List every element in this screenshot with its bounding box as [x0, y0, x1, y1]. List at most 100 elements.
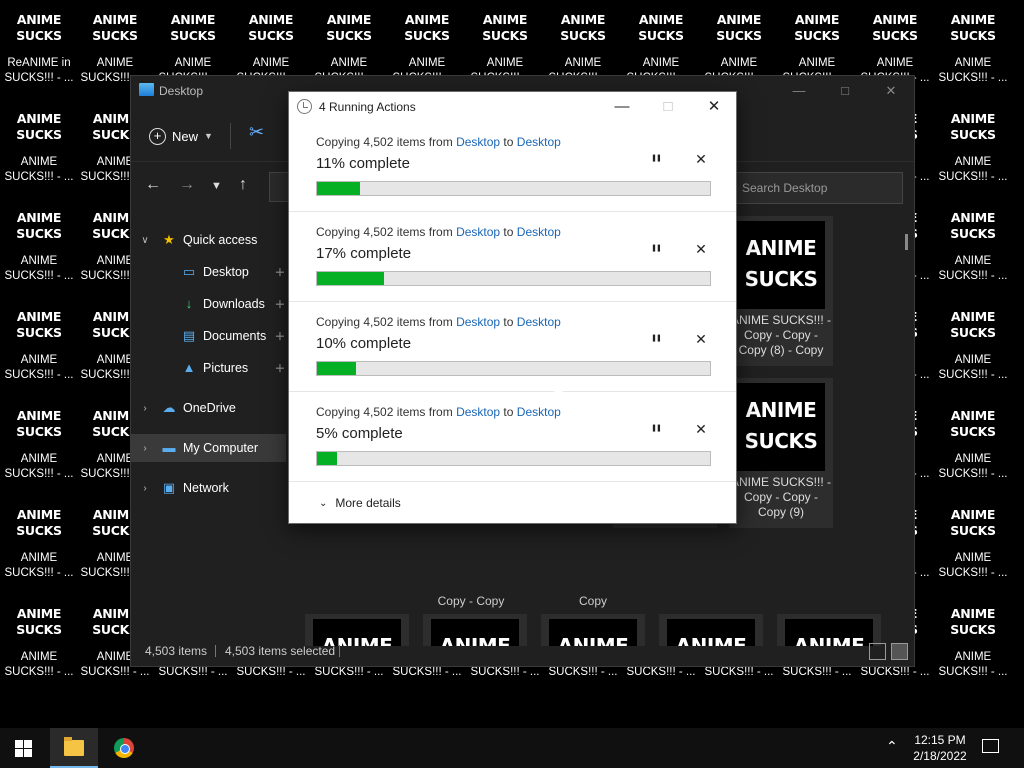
- percent-complete: 10% complete: [316, 335, 412, 352]
- desktop-file-icon[interactable]: ANIME SUCKS ANIME SUCKS!!! - ...: [934, 198, 1012, 297]
- cut-icon[interactable]: ✂: [249, 122, 264, 143]
- destination-link[interactable]: Desktop: [517, 135, 561, 149]
- desktop-file-icon[interactable]: ANIME SUCKS ANIME SUCKS!!! - ...: [0, 99, 78, 198]
- desktop-file-icon[interactable]: ANIME SUCKS ANIME SUCKS!!! - ...: [0, 198, 78, 297]
- desktop-file-icon[interactable]: ANIME SUCKS ANIME SUCKS!!! - ...: [934, 495, 1012, 594]
- dialog-close-button[interactable]: ✕: [691, 94, 737, 120]
- sidebar-item-label: Downloads: [203, 297, 265, 311]
- taskbar-file-explorer[interactable]: [50, 728, 98, 768]
- system-clock[interactable]: 12:15 PM 2/18/2022: [904, 732, 976, 764]
- source-link[interactable]: Desktop: [456, 315, 500, 329]
- sidebar-item[interactable]: › ▬ My Computer: [131, 434, 286, 462]
- recent-chevron-icon[interactable]: ▼: [211, 180, 222, 192]
- navigation-pane: ∨ ★ Quick access ▭ Desktop ✕ ↓ Downloads ✕ ▤ Docum…: [131, 224, 291, 644]
- progress-fill: [317, 182, 361, 195]
- minimize-button[interactable]: —: [776, 80, 822, 102]
- sidebar-item-label: Quick access: [183, 233, 258, 247]
- sidebar-item[interactable]: ▤ Documents ✕: [131, 322, 287, 350]
- pause-icon[interactable]: ❚❚: [646, 329, 666, 349]
- download-icon: ↓: [185, 296, 193, 311]
- file-name: ANIME SUCKS!!! - ...: [938, 57, 1008, 84]
- file-name: ANIME SUCKS!!! - ...: [4, 552, 74, 579]
- large-icons-view-icon[interactable]: [891, 643, 908, 660]
- sidebar-item[interactable]: ↓ Downloads ✕: [131, 290, 287, 318]
- file-name: ANIME SUCKS!!! - ...: [938, 552, 1008, 579]
- pause-icon[interactable]: ❚❚: [646, 149, 666, 169]
- file-item[interactable]: ANIME SUCKS ANIME SUCKS!!! - Copy - Copy …: [729, 216, 833, 366]
- back-arrow-icon[interactable]: ←: [145, 176, 161, 194]
- maximize-button[interactable]: □: [822, 80, 868, 102]
- desktop-file-icon[interactable]: ANIME SUCKS ReANIME in SUCKS!!! - ...: [0, 0, 78, 99]
- chevron-right-icon[interactable]: ›: [139, 403, 151, 414]
- file-name: ANIME SUCKS!!! - ...: [938, 255, 1008, 282]
- copy-operation: Copying 4,502 items from Desktop to Desk…: [289, 302, 736, 392]
- cancel-icon[interactable]: ✕: [691, 239, 711, 259]
- file-name: ANIME SUCKS!!! - ...: [4, 651, 74, 678]
- details-view-icon[interactable]: [869, 643, 886, 660]
- forward-arrow-icon[interactable]: →: [179, 176, 195, 194]
- more-details-button[interactable]: ⌄ More details: [319, 496, 401, 510]
- desktop-file-icon[interactable]: ANIME SUCKS ANIME SUCKS!!! - ...: [934, 396, 1012, 495]
- dialog-maximize-button[interactable]: □: [645, 94, 691, 120]
- source-link[interactable]: Desktop: [456, 225, 500, 239]
- chevron-up-icon[interactable]: ⌃: [886, 738, 898, 755]
- sidebar-item[interactable]: ▭ Desktop ✕: [131, 258, 287, 286]
- cancel-icon[interactable]: ✕: [691, 149, 711, 169]
- file-item[interactable]: ANIME SUCKS ANIME SUCKS!!! - Copy - Copy …: [729, 378, 833, 528]
- desktop-file-icon[interactable]: ANIME SUCKS ANIME SUCKS!!! - ...: [934, 99, 1012, 198]
- plus-icon: +: [149, 127, 166, 145]
- chevron-down-icon[interactable]: ∨: [139, 235, 151, 246]
- selected-count: 4,503 items selected: [225, 644, 336, 658]
- source-link[interactable]: Desktop: [456, 135, 500, 149]
- taskbar: ⌃ 12:15 PM 2/18/2022: [0, 728, 1024, 768]
- clock-icon: [297, 99, 312, 114]
- desktop-file-icon[interactable]: ANIME SUCKS ANIME SUCKS!!! - ...: [934, 0, 1012, 99]
- notification-icon[interactable]: [982, 739, 999, 753]
- desktop-file-icon[interactable]: ANIME SUCKS ANIME SUCKS!!! - ...: [0, 495, 78, 594]
- destination-link[interactable]: Desktop: [517, 225, 561, 239]
- file-thumbnail: ANIME SUCKS: [92, 12, 138, 43]
- desktop-file-icon[interactable]: ANIME SUCKS ANIME SUCKS!!! - ...: [0, 594, 78, 693]
- percent-complete: 17% complete: [316, 245, 412, 262]
- file-thumbnail: ANIME SUCKS: [16, 111, 62, 142]
- destination-link[interactable]: Desktop: [517, 405, 561, 419]
- sidebar-item[interactable]: ▲ Pictures ✕: [131, 354, 287, 382]
- file-thumbnail: ANIME SUCKS: [950, 210, 996, 241]
- network-icon: ▣: [162, 480, 176, 495]
- scrollbar[interactable]: [905, 234, 908, 250]
- sidebar-item[interactable]: ∨ ★ Quick access: [131, 226, 286, 254]
- operation-to: to: [500, 405, 517, 419]
- sidebar-item[interactable]: › ▣ Network: [131, 474, 286, 502]
- chevron-right-icon[interactable]: ›: [139, 443, 151, 454]
- cancel-icon[interactable]: ✕: [691, 329, 711, 349]
- file-thumbnail: ANIME SUCKS: [950, 111, 996, 142]
- pause-icon[interactable]: ❚❚: [646, 419, 666, 439]
- sidebar-item[interactable]: › ☁ OneDrive: [131, 394, 286, 422]
- chevron-right-icon[interactable]: ›: [139, 483, 151, 494]
- desktop-file-icon[interactable]: ANIME SUCKS ANIME SUCKS!!! - ...: [934, 297, 1012, 396]
- star-icon: ★: [163, 232, 175, 247]
- desktop-file-icon[interactable]: ANIME SUCKS ANIME SUCKS!!! - ...: [934, 594, 1012, 693]
- file-name: ANIME SUCKS!!! - ...: [4, 255, 74, 282]
- new-button[interactable]: + New ▼: [149, 124, 213, 148]
- file-thumbnail: ANIME SUCKS: [737, 383, 825, 471]
- copy-operation: Copying 4,502 items from Desktop to Desk…: [289, 122, 736, 212]
- start-button[interactable]: [15, 740, 32, 757]
- operation-prefix: Copying 4,502 items from: [316, 315, 457, 329]
- search-input[interactable]: Search Desktop: [731, 172, 903, 204]
- destination-link[interactable]: Desktop: [517, 315, 561, 329]
- dialog-minimize-button[interactable]: —: [599, 94, 645, 120]
- source-link[interactable]: Desktop: [456, 405, 500, 419]
- file-name: ANIME SUCKS!!! - ...: [938, 156, 1008, 183]
- taskbar-chrome[interactable]: [100, 728, 148, 768]
- sidebar-item-label: My Computer: [183, 441, 259, 455]
- desktop-file-icon[interactable]: ANIME SUCKS ANIME SUCKS!!! - ...: [0, 297, 78, 396]
- pause-icon[interactable]: ❚❚: [646, 239, 666, 259]
- up-arrow-icon[interactable]: ↑: [239, 176, 247, 194]
- close-button[interactable]: ✕: [868, 80, 914, 102]
- desktop-file-icon[interactable]: ANIME SUCKS ANIME SUCKS!!! - ...: [0, 396, 78, 495]
- cloud-icon: ☁: [162, 400, 176, 415]
- file-thumbnail: ANIME SUCKS: [872, 12, 918, 43]
- file-thumbnail: ANIME SUCKS: [950, 507, 996, 538]
- cancel-icon[interactable]: ✕: [691, 419, 711, 439]
